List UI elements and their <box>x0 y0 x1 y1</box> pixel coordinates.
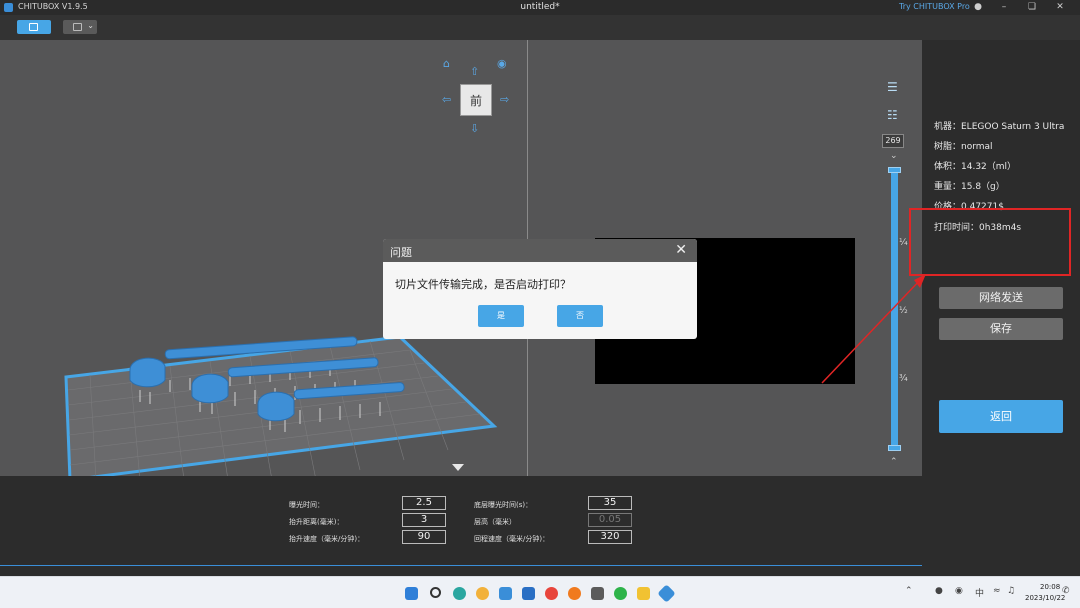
toolbar: ⌄ <box>0 15 1080 40</box>
app-icon-2[interactable] <box>522 587 535 600</box>
lift-speed-label: 抬升速度（毫米/分钟)： <box>289 535 365 543</box>
rotate-right-icon[interactable]: ⇨ <box>500 93 509 106</box>
edge-icon[interactable] <box>453 587 466 600</box>
resin-info: 树脂：normal <box>934 142 993 152</box>
restore-icon[interactable]: ❏ <box>1026 1 1038 13</box>
start-icon[interactable] <box>405 587 418 600</box>
machine-icon <box>73 23 82 31</box>
retract-speed-field[interactable]: 320 <box>588 530 632 544</box>
layer-slider[interactable] <box>891 170 898 450</box>
notification-icon[interactable]: ✆ <box>1062 586 1070 596</box>
chevron-down-icon: ⌄ <box>87 21 94 30</box>
volume-info: 体积：14.32（ml） <box>934 162 1017 172</box>
firefox-icon[interactable] <box>568 587 581 600</box>
taskbar: ⌃ ● ◉ 中 ≈ ♫ 20:08 2023/10/22 ✆ <box>0 576 1080 608</box>
close-icon[interactable]: ✕ <box>675 242 687 258</box>
home-view-icon[interactable]: ⌂ <box>443 57 450 70</box>
view-cube[interactable]: 前 <box>460 84 492 116</box>
view-cube-face-label: 前 <box>469 94 482 108</box>
highlight-box <box>909 208 1071 276</box>
tray-security-icon[interactable]: ◉ <box>955 586 963 596</box>
back-button[interactable]: 返回 <box>939 400 1063 433</box>
folder-icon <box>29 23 38 31</box>
exposure-time-field[interactable]: 2.5 <box>402 496 446 510</box>
weight-info: 重量：15.8（g） <box>934 182 1005 192</box>
layer-height-field: 0.05 <box>588 513 632 527</box>
clock-time[interactable]: 20:08 <box>1040 583 1060 591</box>
slider-mark-half: ½ <box>899 306 908 316</box>
layer-preview-icon[interactable]: ☰ <box>887 80 905 94</box>
chrome-icon[interactable] <box>545 587 558 600</box>
dialog-header: 问题 ✕ <box>383 239 697 262</box>
app-icon-1[interactable] <box>499 587 512 600</box>
layer-slider-top-handle[interactable] <box>888 167 901 173</box>
settings-panel: 曝光时间： 2.5 底层曝光时间(s)： 35 抬升距离(毫米)： 3 层高（毫… <box>0 476 922 576</box>
layer-count-field[interactable]: 269 <box>882 134 904 148</box>
try-pro-link[interactable]: Try CHITUBOX Pro <box>899 2 970 11</box>
user-icon[interactable]: ● <box>972 1 984 13</box>
network-send-button[interactable]: 网络发送 <box>939 287 1063 309</box>
save-button[interactable]: 保存 <box>939 318 1063 340</box>
dialog-message: 切片文件传输完成，是否启动打印？ <box>395 278 571 291</box>
layer-slider-bottom-handle[interactable] <box>888 445 901 451</box>
slider-mark-quarter: ¼ <box>899 238 908 248</box>
machine-info: 机器：ELEGOO Saturn 3 Ultra <box>934 122 1065 132</box>
rotate-left-icon[interactable]: ⇦ <box>442 93 451 106</box>
yes-button[interactable]: 是 <box>478 305 524 327</box>
clock-date[interactable]: 2023/10/22 <box>1025 594 1065 602</box>
lift-speed-field[interactable]: 90 <box>402 530 446 544</box>
lift-distance-field[interactable]: 3 <box>402 513 446 527</box>
input-method-icon[interactable]: 中 <box>975 586 984 599</box>
right-panel: 机器：ELEGOO Saturn 3 Ultra 树脂：normal 体积：14… <box>922 40 1080 576</box>
volume-icon[interactable]: ♫ <box>1007 586 1015 596</box>
visibility-icon[interactable]: ◉ <box>497 57 507 70</box>
rotate-down-icon[interactable]: ⇩ <box>470 122 479 135</box>
app-icon-3[interactable] <box>591 587 604 600</box>
chrome-colored-icon[interactable] <box>476 587 489 600</box>
dialog-title: 问题 <box>390 246 412 259</box>
close-window-icon[interactable]: ✕ <box>1054 1 1066 13</box>
expand-panel-icon[interactable] <box>452 464 464 471</box>
machine-dropdown-button[interactable]: ⌄ <box>63 20 97 34</box>
layer-up-icon[interactable]: ⌃ <box>890 457 898 467</box>
wifi-icon[interactable]: ≈ <box>993 586 1001 596</box>
bottom-exposure-field[interactable]: 35 <box>588 496 632 510</box>
slider-mark-three-quarter: ¾ <box>899 374 908 384</box>
open-file-button[interactable] <box>17 20 51 34</box>
chitubox-icon[interactable] <box>657 584 676 603</box>
minimize-icon[interactable]: – <box>998 1 1010 13</box>
question-dialog: 问题 ✕ 切片文件传输完成，是否启动打印？ 是 否 <box>383 239 697 339</box>
retract-speed-label: 回程速度（毫米/分钟)： <box>474 535 550 543</box>
rotate-up-icon[interactable]: ⇧ <box>470 65 479 78</box>
title-bar: CHITUBOX V1.9.5 untitled* Try CHITUBOX P… <box>0 0 1080 15</box>
exposure-time-label: 曝光时间： <box>289 501 324 509</box>
layer-down-icon[interactable]: ⌄ <box>890 151 898 161</box>
bottom-exposure-label: 底层曝光时间(s)： <box>474 501 533 509</box>
tray-chevron-icon[interactable]: ⌃ <box>905 586 913 596</box>
search-icon[interactable] <box>430 587 441 598</box>
status-divider <box>0 565 922 566</box>
file-explorer-icon[interactable] <box>637 587 650 600</box>
layer-hide-icon[interactable]: ☷ <box>887 108 905 122</box>
lift-distance-label: 抬升距离(毫米)： <box>289 518 344 526</box>
layer-height-label: 层高（毫米） <box>474 518 516 526</box>
tray-app-icon[interactable]: ● <box>935 586 943 596</box>
no-button[interactable]: 否 <box>557 305 603 327</box>
wechat-icon[interactable] <box>614 587 627 600</box>
